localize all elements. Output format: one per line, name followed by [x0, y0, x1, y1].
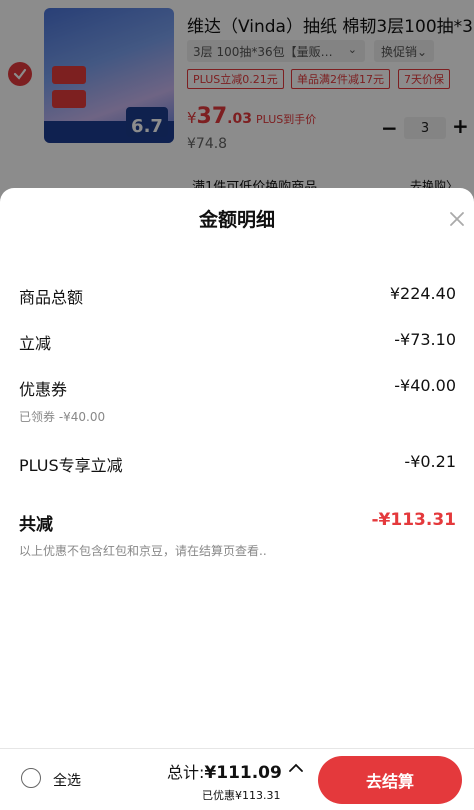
saved-amount: 已优惠¥113.31 [202, 789, 281, 802]
coupon-label: 优惠券 [19, 380, 68, 399]
plus-discount-value: -¥0.21 [404, 452, 456, 471]
modal-overlay[interactable] [0, 0, 474, 200]
coupon-note: 已领券 -¥40.00 [19, 410, 106, 424]
sheet-title: 金额明细 [198, 209, 275, 231]
goods-total-value: ¥224.40 [389, 284, 456, 303]
checkout-button[interactable]: 去结算 [318, 756, 462, 804]
goods-total-label: 商品总额 [19, 288, 84, 307]
coupon-value: -¥40.00 [394, 376, 456, 395]
discount-disclaimer: 以上优惠不包含红包和京豆，请在结算页查看.. [19, 544, 267, 558]
total-discount-label: 共减 [19, 515, 53, 535]
checkout-bar: 全选 总计:¥111.09 已优惠¥113.31 去结算 [0, 748, 474, 810]
amount-detail-sheet: 金额明细 商品总额 ¥224.40 立减 -¥73.10 优惠券 -¥40.00… [0, 188, 474, 748]
total-discount-value: -¥113.31 [371, 510, 457, 530]
close-icon[interactable] [448, 210, 466, 228]
select-all-checkbox[interactable] [21, 768, 41, 788]
total-price: 总计:¥111.09 [167, 759, 282, 783]
total-amount: ¥111.09 [204, 763, 282, 783]
instant-discount-value: -¥73.10 [394, 330, 456, 349]
plus-discount-label: PLUS专享立减 [19, 456, 123, 475]
select-all-label[interactable]: 全选 [53, 770, 81, 790]
instant-discount-label: 立减 [19, 334, 52, 353]
chevron-up-icon[interactable] [289, 763, 303, 773]
total-prefix: 总计: [167, 763, 205, 782]
